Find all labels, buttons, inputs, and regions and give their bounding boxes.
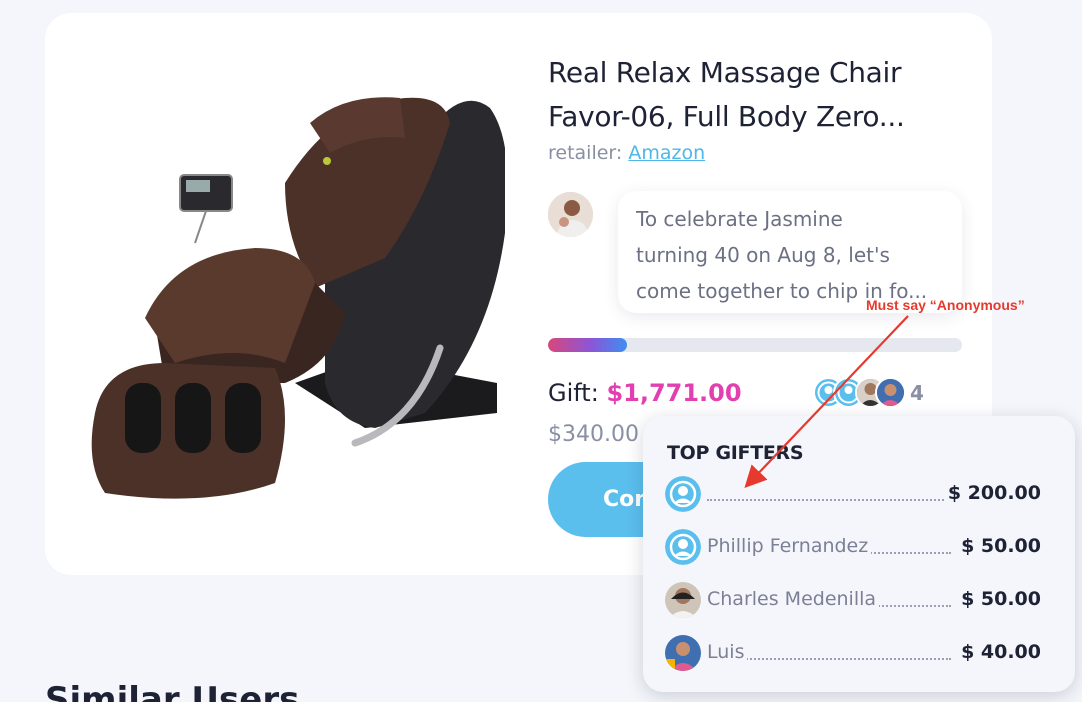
similar-users-heading: Similar Users: [45, 680, 300, 702]
organizer-avatar[interactable]: [548, 192, 593, 237]
title-line-2: Favor-06, Full Body Zero...: [548, 100, 905, 133]
gifter-name: Phillip Fernandez: [707, 535, 872, 557]
user-icon: [665, 529, 701, 565]
organizer-message[interactable]: To celebrate Jasmine turning 40 on Aug 8…: [618, 191, 962, 313]
retailer: retailer: Amazon: [548, 142, 705, 164]
gifter-name: Luis: [707, 641, 748, 663]
avatar-photo-icon: [665, 635, 701, 671]
product-title[interactable]: Real Relax Massage Chair Favor-06, Full …: [548, 51, 978, 139]
annotation-label: Must say “Anonymous”: [866, 297, 1025, 313]
gift-amount: $1,771.00: [606, 379, 742, 407]
top-gifters-title: TOP GIFTERS: [667, 442, 804, 464]
message-line-2: turning 40 on Aug 8, let's: [636, 243, 890, 267]
leader-dots: [707, 499, 951, 501]
gifter-row[interactable]: Phillip Fernandez $ 50.00: [665, 529, 1041, 565]
top-gifters-popup: TOP GIFTERS $ 200.00 Phillip Fernandez $…: [643, 416, 1075, 692]
avatar-photo-icon: [875, 377, 906, 408]
avatar-photo-icon: [665, 582, 701, 618]
message-line-1: To celebrate Jasmine: [636, 207, 843, 231]
gifter-name: Charles Medenilla: [707, 588, 880, 610]
raised-amount: $340.00: [548, 422, 639, 447]
avatar-photo-icon: [548, 192, 593, 237]
title-line-1: Real Relax Massage Chair: [548, 56, 902, 89]
retailer-link[interactable]: Amazon: [628, 142, 705, 164]
retailer-label: retailer:: [548, 142, 623, 164]
gifter-row[interactable]: $ 200.00: [665, 476, 1041, 512]
gifter-avatars[interactable]: [813, 377, 913, 409]
gifter-amount: $ 50.00: [957, 588, 1041, 610]
progress-fill: [548, 338, 627, 352]
gifter-amount: $ 200.00: [943, 482, 1041, 504]
gifter-amount: $ 50.00: [957, 535, 1041, 557]
gifter-row[interactable]: Luis $ 40.00: [665, 635, 1041, 671]
gifter-amount: $ 40.00: [957, 641, 1041, 663]
gifter-row[interactable]: Charles Medenilla $ 50.00: [665, 582, 1041, 618]
gift-label: Gift:: [548, 379, 599, 407]
funding-progress-bar: [548, 338, 962, 352]
gift-goal: Gift: $1,771.00: [548, 379, 742, 407]
product-image[interactable]: [85, 83, 505, 513]
gifter-count: 4: [910, 381, 924, 405]
user-icon: [665, 476, 701, 512]
